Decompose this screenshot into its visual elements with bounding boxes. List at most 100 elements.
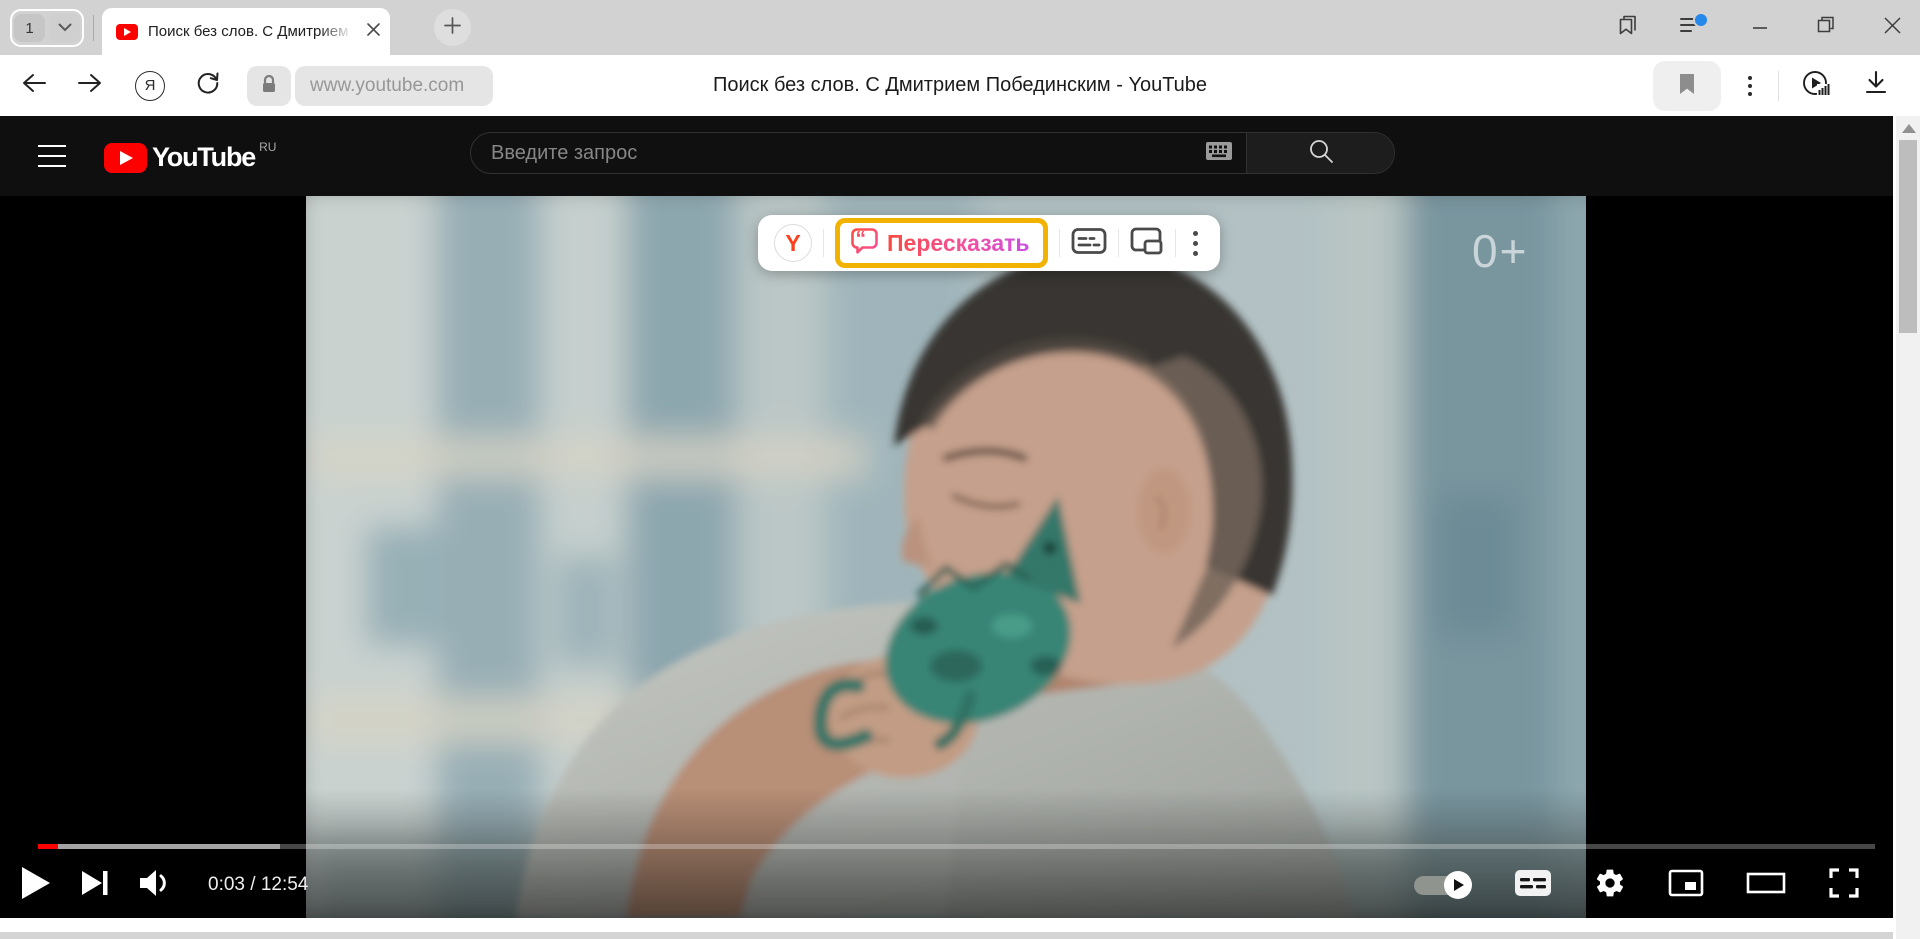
reload-button[interactable] [184, 55, 232, 116]
video-player[interactable]: Y “ Пересказать 0+ [0, 196, 1920, 918]
youtube-logo-text: YouTube [152, 142, 255, 173]
page-bottom-line [0, 932, 1920, 939]
yandex-y-icon[interactable]: Y [774, 224, 812, 262]
youtube-logo[interactable]: YouTube RU [104, 140, 276, 173]
restore-windows-icon [1816, 15, 1836, 40]
tab-counter-group[interactable]: 1 [10, 9, 84, 47]
yandex-ya-icon: Я [135, 71, 165, 101]
toggle-knob-play-icon [1444, 871, 1472, 899]
settings-button[interactable] [1594, 867, 1626, 904]
back-button[interactable] [10, 55, 58, 116]
youtube-play-icon [104, 143, 147, 173]
captions-button[interactable] [1514, 869, 1552, 902]
search-input[interactable] [471, 133, 1206, 173]
chevron-down-icon [58, 19, 72, 37]
progress-track [38, 844, 1875, 849]
yandex-search-button[interactable]: Я [126, 55, 174, 116]
volume-button[interactable] [138, 867, 174, 904]
yandex-video-toolbar: Y “ Пересказать [758, 215, 1220, 271]
download-icon [1864, 70, 1888, 101]
quote-bubble-icon: “ [849, 226, 879, 261]
next-button[interactable] [80, 867, 110, 904]
autoplay-toggle[interactable] [1410, 870, 1472, 900]
play-button[interactable] [18, 865, 52, 906]
arrow-left-icon [20, 71, 48, 100]
time-display: 0:03 / 12:54 [208, 874, 308, 896]
summarize-button[interactable]: “ Пересказать [835, 218, 1048, 268]
lock-icon [260, 74, 278, 99]
video-frame[interactable] [306, 196, 1586, 918]
restore-button[interactable] [1812, 14, 1840, 42]
url-text: www.youtube.com [310, 75, 464, 97]
video-translate-button[interactable] [1792, 55, 1840, 116]
active-tab[interactable]: Поиск без слов. С Дмитрием Побединским -… [102, 8, 390, 55]
toolbar-divider [1175, 229, 1176, 257]
menu-lines-icon [1679, 12, 1709, 43]
scrollbar-up-arrow[interactable] [1902, 124, 1916, 133]
svg-text:“: “ [856, 227, 867, 250]
minimize-button[interactable] [1746, 14, 1774, 42]
youtube-favicon [116, 24, 138, 40]
theater-icon [1746, 870, 1786, 901]
side-panels-button[interactable] [1614, 14, 1642, 42]
subtitles-icon [1071, 227, 1107, 260]
toolbar-divider [1778, 71, 1779, 101]
tab-count-badge[interactable]: 1 [14, 14, 45, 42]
fullscreen-icon [1828, 867, 1860, 904]
site-security-button[interactable] [247, 66, 291, 106]
play-equalizer-icon [1801, 68, 1831, 103]
minimize-icon [1752, 17, 1768, 38]
player-controls-left: 0:03 / 12:54 [18, 859, 308, 911]
next-icon [80, 867, 110, 904]
tab-list-chevron-button[interactable] [49, 14, 80, 42]
tab-title: Поиск без слов. С Дмитрием Побединским -… [148, 23, 357, 40]
kebab-menu-icon [1748, 76, 1752, 96]
keyboard-icon[interactable] [1206, 141, 1232, 166]
bookmark-button[interactable] [1653, 61, 1721, 111]
search-bar [470, 132, 1395, 174]
toolbar-divider [1118, 229, 1119, 257]
progress-bar[interactable] [38, 844, 1875, 849]
downloads-button[interactable] [1852, 55, 1900, 116]
toolbar-divider [1059, 229, 1060, 257]
omnibox-page-title[interactable]: Поиск без слов. С Дмитрием Побединским -… [520, 55, 1400, 116]
picture-in-picture-icon [1130, 227, 1164, 260]
summarize-label: Пересказать [887, 230, 1030, 257]
toolbar-divider [823, 229, 824, 257]
browser-toolbar: Я www.youtube.com Поиск без слов. С Дмит… [0, 55, 1920, 116]
address-bar[interactable]: www.youtube.com [295, 66, 493, 106]
progress-buffered [38, 844, 280, 849]
arrow-right-icon [76, 71, 104, 100]
theater-mode-button[interactable] [1746, 870, 1786, 901]
toolbar-menu-button[interactable] [1726, 55, 1774, 116]
plus-icon [444, 17, 461, 39]
window-controls [1614, 0, 1906, 55]
subtitles-button[interactable] [1071, 227, 1107, 260]
progress-played [38, 844, 58, 849]
play-icon [18, 865, 52, 906]
tab-close-icon[interactable] [367, 23, 380, 41]
age-rating-badge: 0+ [1472, 224, 1528, 278]
player-bottom-gradient [306, 788, 1586, 918]
gear-icon [1594, 867, 1626, 904]
forward-button[interactable] [66, 55, 114, 116]
youtube-region-code: RU [259, 140, 276, 154]
scrollbar-thumb[interactable] [1899, 140, 1917, 333]
player-controls-right [1410, 859, 1860, 911]
toolbar-more-button[interactable] [1187, 231, 1204, 256]
fullscreen-button[interactable] [1828, 867, 1860, 904]
picture-in-picture-button[interactable] [1130, 227, 1164, 260]
close-window-button[interactable] [1878, 14, 1906, 42]
search-button[interactable] [1246, 133, 1394, 173]
refresh-icon [195, 70, 221, 101]
panels-bookmark-icon [1616, 13, 1640, 42]
scrollbar[interactable] [1893, 116, 1920, 939]
close-icon [1884, 17, 1901, 39]
volume-icon [138, 867, 174, 904]
new-tab-button[interactable] [434, 9, 471, 46]
browser-menu-button[interactable] [1680, 14, 1708, 42]
guide-menu-button[interactable] [38, 143, 68, 169]
miniplayer-button[interactable] [1668, 869, 1704, 902]
captions-icon [1514, 869, 1552, 902]
tabstrip-divider [93, 15, 94, 41]
